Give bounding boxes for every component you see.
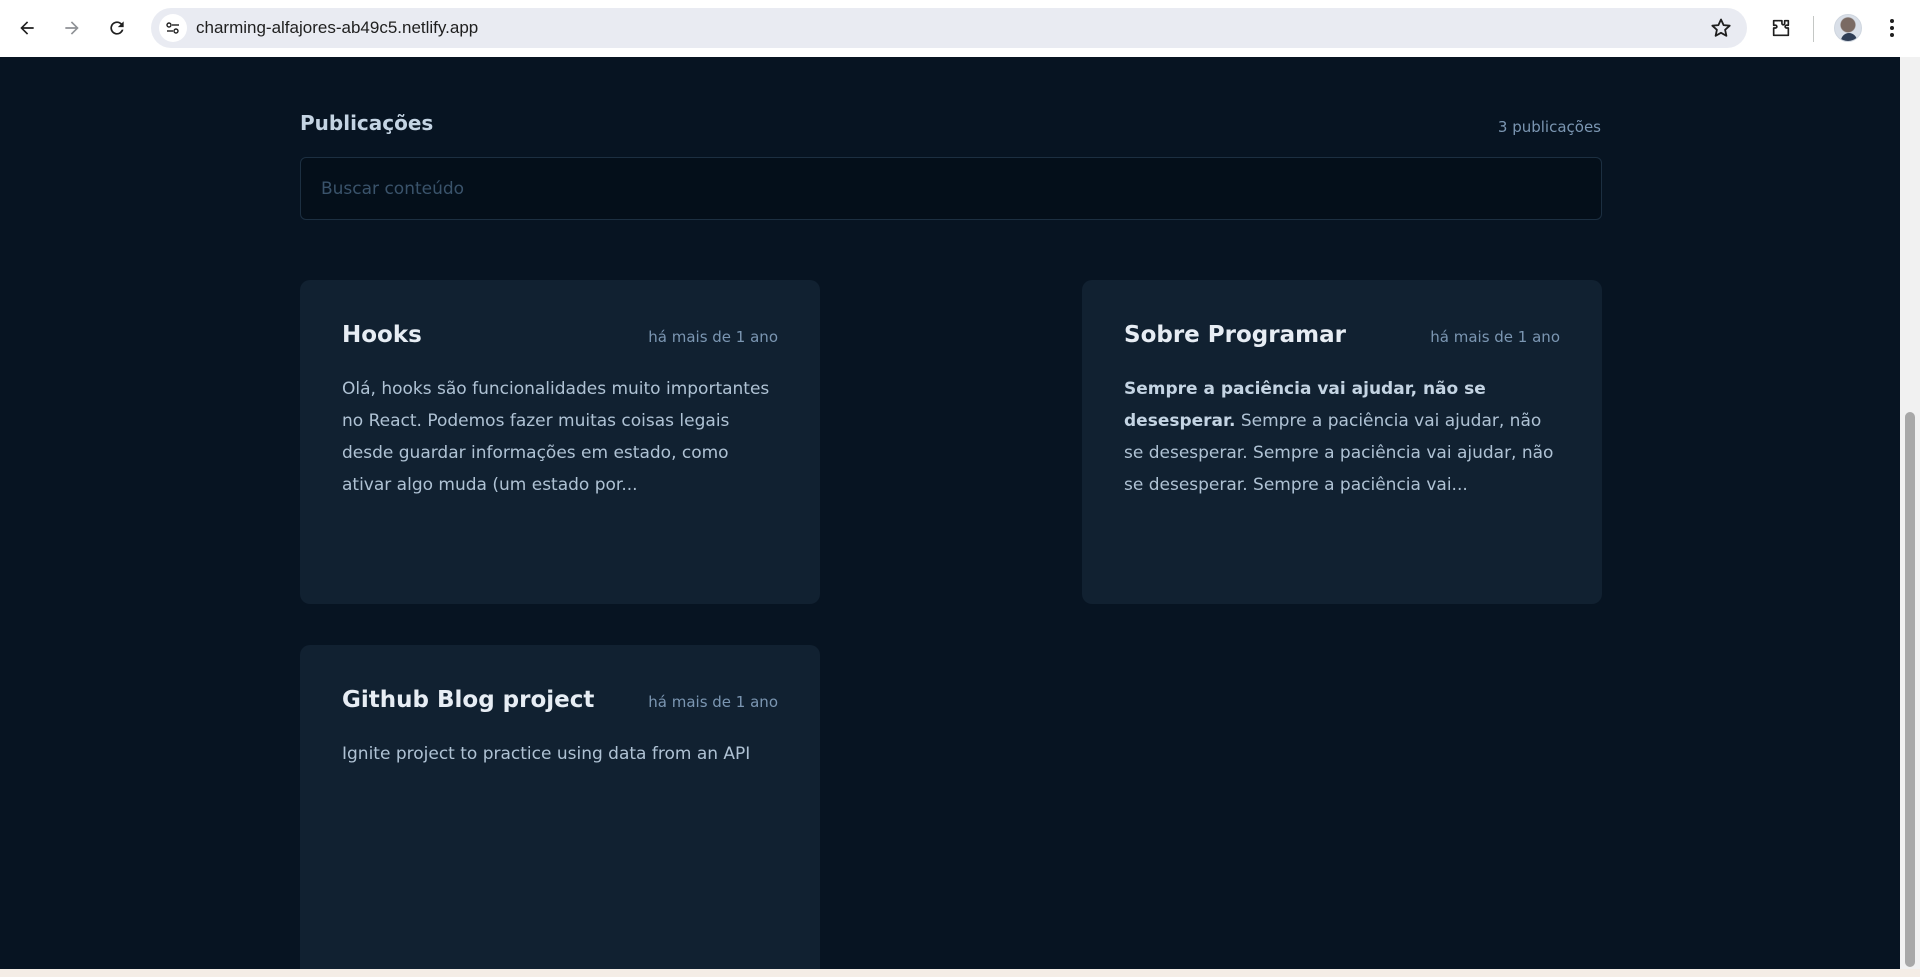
- toolbar-divider: [1813, 16, 1814, 42]
- bottom-strip: [0, 969, 1920, 977]
- address-bar[interactable]: charming-alfajores-ab49c5.netlify.app: [151, 8, 1747, 48]
- reload-icon: [110, 21, 124, 35]
- post-card-github-blog[interactable]: Github Blog project há mais de 1 ano Ign…: [300, 645, 820, 969]
- post-date: há mais de 1 ano: [648, 328, 778, 346]
- extensions-button[interactable]: [1767, 14, 1795, 42]
- post-title: Github Blog project: [342, 687, 595, 713]
- site-info-button[interactable]: [159, 14, 187, 42]
- search-input[interactable]: [300, 157, 1602, 220]
- forward-button[interactable]: [54, 10, 90, 46]
- post-title: Hooks: [342, 322, 422, 348]
- post-card-sobre-programar[interactable]: Sobre Programar há mais de 1 ano Sempre …: [1082, 280, 1602, 604]
- extensions-icon: [1772, 19, 1790, 37]
- more-vert-icon: [1890, 19, 1894, 37]
- post-date: há mais de 1 ano: [648, 693, 778, 711]
- star-icon[interactable]: [1709, 16, 1733, 40]
- post-excerpt: Ignite project to practice using data fr…: [342, 744, 751, 764]
- browser-toolbar: charming-alfajores-ab49c5.netlify.app: [0, 0, 1920, 57]
- post-card-hooks[interactable]: Hooks há mais de 1 ano Olá, hooks são fu…: [300, 280, 820, 604]
- menu-button[interactable]: [1878, 14, 1906, 42]
- post-count: 3 publicações: [1497, 118, 1601, 136]
- back-button[interactable]: [9, 10, 45, 46]
- site-info-icon: [166, 22, 179, 34]
- back-arrow-icon: [20, 21, 34, 35]
- forward-arrow-icon: [65, 21, 79, 35]
- post-date: há mais de 1 ano: [1430, 328, 1560, 346]
- section-title: Publicações: [300, 111, 434, 135]
- reload-button[interactable]: [99, 10, 135, 46]
- post-excerpt: Sempre a paciência vai ajudar, não se de…: [1124, 379, 1554, 495]
- url-text[interactable]: charming-alfajores-ab49c5.netlify.app: [196, 18, 478, 38]
- scrollbar-thumb[interactable]: [1905, 412, 1915, 967]
- post-title: Sobre Programar: [1124, 322, 1346, 348]
- page-viewport: Publicações 3 publicações Hooks há mais …: [0, 57, 1900, 969]
- scrollbar[interactable]: [1900, 57, 1920, 969]
- post-excerpt: Olá, hooks são funcionalidades muito imp…: [342, 379, 770, 495]
- profile-avatar[interactable]: [1834, 14, 1862, 42]
